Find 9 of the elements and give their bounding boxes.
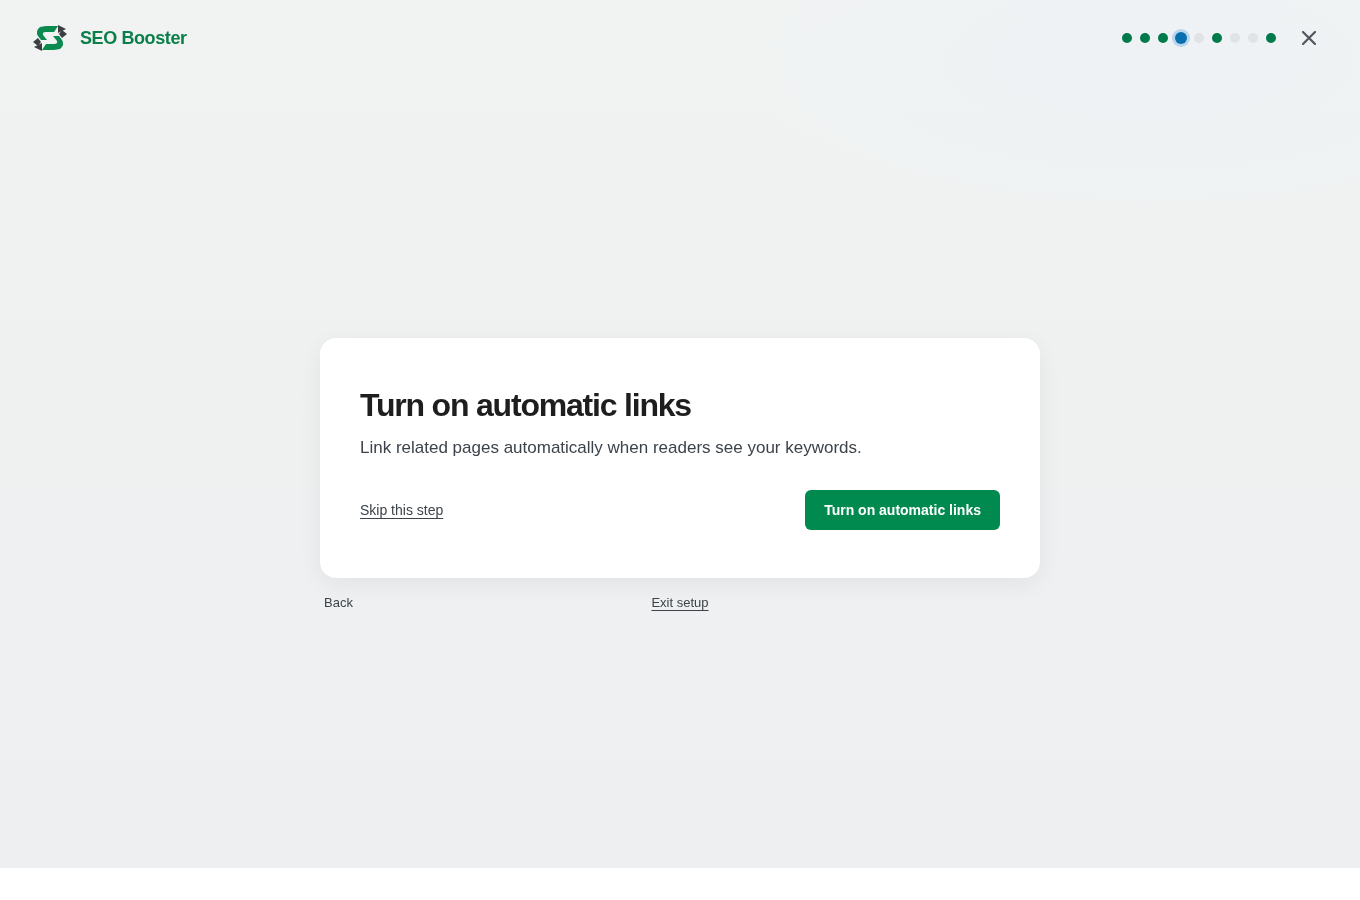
primary-button[interactable]: Turn on automatic links	[805, 490, 1000, 530]
logo-icon	[32, 24, 68, 52]
brand-name: SEO Booster	[80, 27, 187, 49]
skip-link[interactable]: Skip this step	[360, 502, 444, 518]
card-title: Turn on automatic links	[360, 386, 692, 424]
card-description: Link related pages automatically when readers see your keywords.	[360, 437, 863, 459]
close-icon	[1302, 31, 1316, 45]
back-link[interactable]: Back	[324, 594, 353, 610]
exit-link[interactable]: Exit setup	[651, 594, 709, 610]
